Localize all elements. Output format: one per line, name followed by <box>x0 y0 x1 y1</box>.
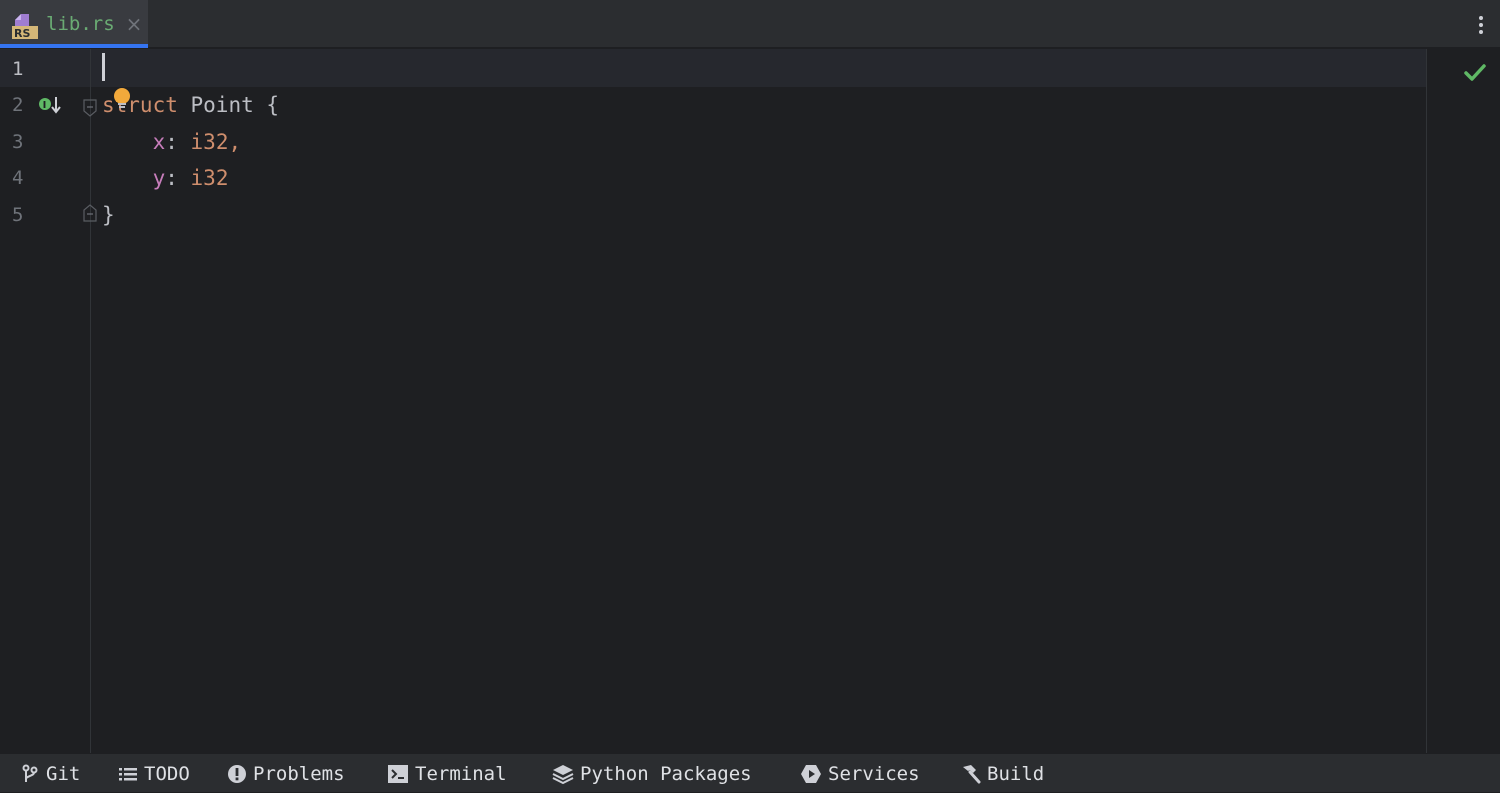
tool-terminal[interactable]: Terminal <box>387 754 507 793</box>
more-options-icon[interactable] <box>1476 13 1486 37</box>
code-token: x <box>152 130 166 154</box>
text-caret <box>102 53 105 81</box>
right-margin-divider <box>1426 49 1427 753</box>
tool-problems[interactable]: Problems <box>227 754 345 793</box>
layers-icon <box>552 764 574 784</box>
code-token: : <box>165 130 191 154</box>
git-branch-icon <box>22 764 38 782</box>
fold-collapse-icon[interactable] <box>83 99 97 117</box>
code-token: y <box>152 166 166 190</box>
line-number: 5 <box>12 204 24 226</box>
code-token: { <box>253 93 280 117</box>
rust-file-icon: RS <box>12 14 38 40</box>
gutter-divider <box>90 49 91 753</box>
tool-git[interactable]: Git <box>20 754 80 793</box>
tool-services[interactable]: Services <box>800 754 920 793</box>
tool-label: TODO <box>144 762 190 785</box>
code-line: x: i32, <box>102 129 242 155</box>
hammer-icon <box>963 764 981 783</box>
code-token: i32 <box>190 166 229 190</box>
rs-badge-text: RS <box>14 27 30 40</box>
code-token: : <box>165 166 191 190</box>
close-icon[interactable]: × <box>124 14 144 34</box>
code-line: } <box>102 202 115 228</box>
code-token: } <box>102 203 115 227</box>
code-editor[interactable]: 1 2 3 4 5 I struct Point { x: i32, y: i3… <box>0 49 1500 753</box>
tool-label: Terminal <box>415 762 507 785</box>
fold-end-icon[interactable] <box>83 204 97 222</box>
tab-lib-rs[interactable]: RS lib.rs × <box>0 0 148 48</box>
check-icon[interactable] <box>1464 63 1486 83</box>
tool-label: Build <box>987 762 1045 785</box>
current-line-highlight <box>0 49 1426 87</box>
tool-window-bar: Git TODO Problems Terminal Python Packag… <box>0 753 1500 792</box>
svg-text:I: I <box>43 100 47 111</box>
exclamation-circle-icon <box>228 764 246 783</box>
line-number: 1 <box>12 58 24 80</box>
tool-label: Python Packages <box>580 762 752 785</box>
tab-label: lib.rs <box>46 13 115 35</box>
list-icon <box>119 767 137 780</box>
tool-todo[interactable]: TODO <box>118 754 190 793</box>
code-token: Point <box>190 93 254 117</box>
terminal-icon <box>388 764 408 783</box>
tool-python-packages[interactable]: Python Packages <box>552 754 752 793</box>
tool-label: Services <box>828 762 920 785</box>
tool-build[interactable]: Build <box>959 754 1044 793</box>
tool-label: Git <box>46 762 81 785</box>
code-token: i32, <box>190 130 242 154</box>
play-hexagon-icon <box>801 764 821 783</box>
line-number: 3 <box>12 131 24 153</box>
lightbulb-icon[interactable] <box>111 87 133 109</box>
tool-label: Problems <box>253 762 345 785</box>
line-number: 4 <box>12 167 24 189</box>
code-line: y: i32 <box>102 165 229 191</box>
editor-tab-bar: RS lib.rs × <box>0 0 1500 48</box>
implemented-trait-icon[interactable]: I <box>38 95 62 119</box>
